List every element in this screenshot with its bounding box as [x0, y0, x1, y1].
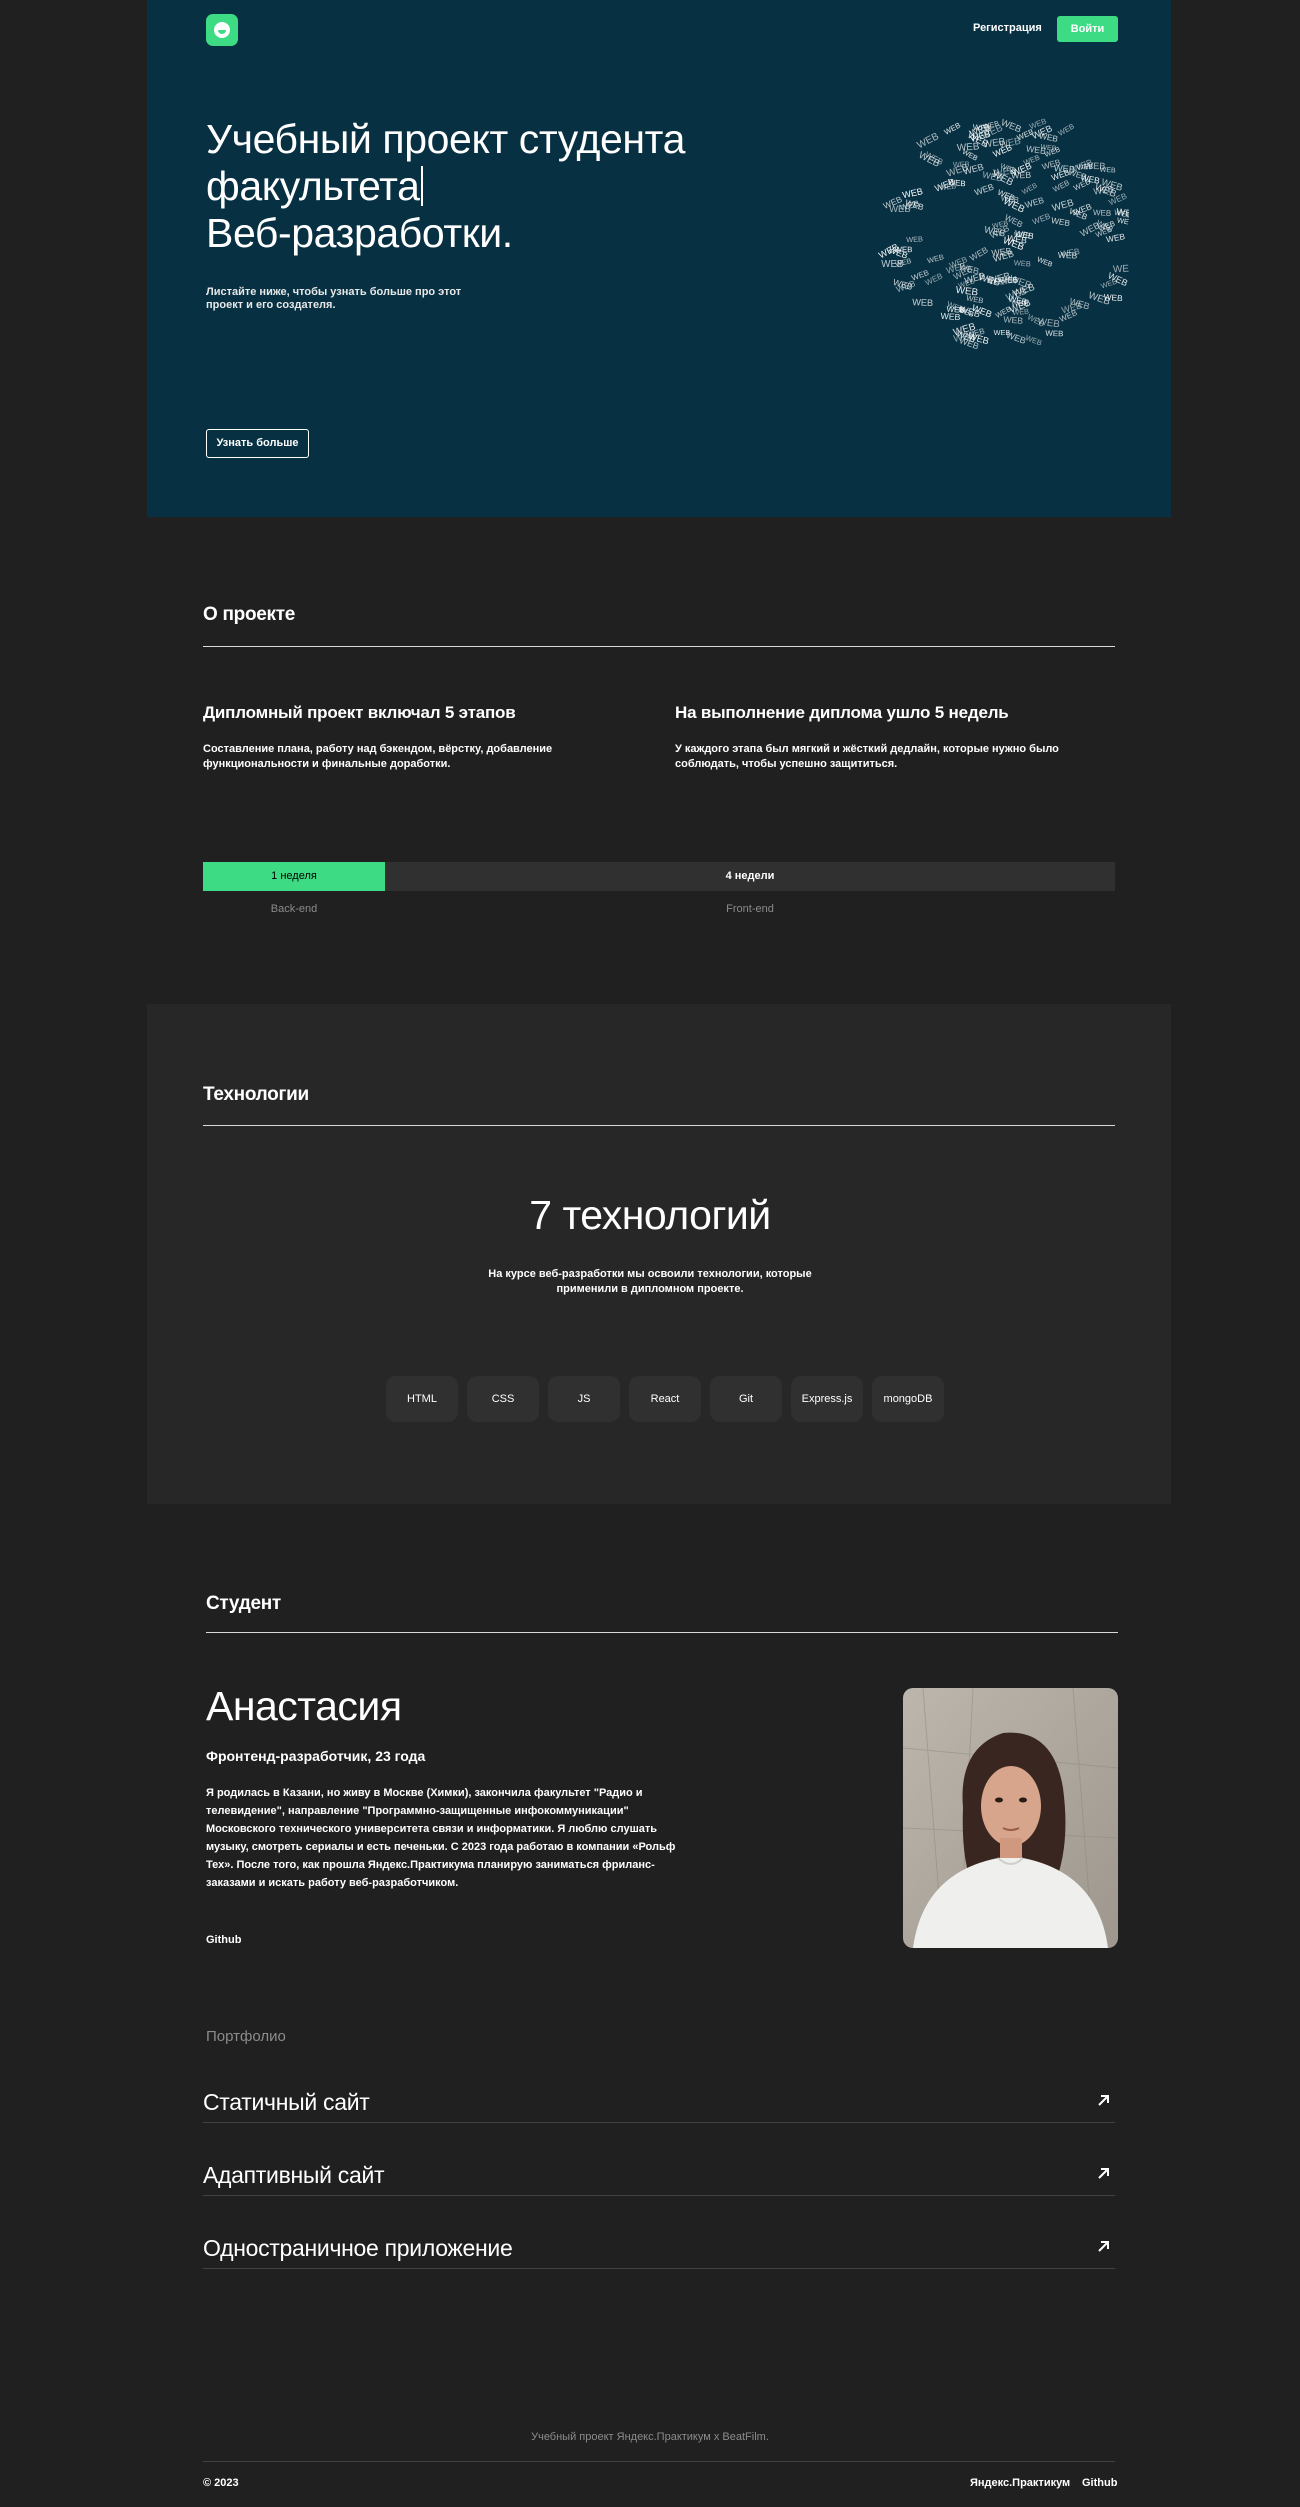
footer-copyright: © 2023	[203, 2477, 239, 2489]
techs-list: HTML CSS JS React Git Express.js mongoDB	[386, 1376, 944, 1422]
techs-divider	[203, 1125, 1115, 1126]
globe-word: WEB	[1003, 314, 1024, 326]
globe-word: WEB	[1037, 316, 1061, 330]
about-title: О проекте	[203, 604, 295, 625]
globe-word: WEB	[968, 244, 990, 263]
arrow-up-right-icon	[1098, 2168, 1109, 2179]
globe-word: WEB	[1093, 208, 1112, 218]
footer-link-practicum[interactable]: Яндекс.Практикум	[970, 2477, 1070, 2489]
globe-word: WEB	[1116, 216, 1129, 228]
tech-chip: JS	[548, 1376, 620, 1422]
globe-word: WEB	[917, 150, 942, 170]
timeline-frontend-label: Front-end	[726, 903, 774, 915]
about-col2-text: У каждого этапа был мягкий и жёсткий дед…	[675, 743, 1059, 770]
student-name: Анастасия	[206, 1683, 402, 1729]
globe-word: WEB	[999, 275, 1019, 285]
hero-section: Регистрация Войти Учебный проект студент…	[147, 0, 1171, 517]
student-role: Фронтенд-разработчик, 23 года	[206, 1748, 426, 1764]
footer-note: Учебный проект Яндекс.Практикум х BeatFi…	[531, 2431, 769, 2443]
arrow-up-right-icon	[1098, 2241, 1109, 2252]
techs-heading: 7 технологий	[529, 1192, 771, 1238]
arrow-up-right-icon	[1098, 2095, 1109, 2106]
techs-title: Технологии	[203, 1084, 309, 1105]
about-col2-heading: На выполнение диплома ушло 5 недель	[675, 703, 1009, 722]
globe-word: WEB	[906, 234, 923, 244]
globe-word: WEB	[1031, 212, 1051, 227]
globe-word: WEB	[1053, 162, 1075, 174]
portfolio-item-label: Статичный сайт	[203, 2089, 370, 2115]
portfolio-item-label: Одностраничное приложение	[203, 2235, 513, 2261]
tech-chip: React	[629, 1376, 701, 1422]
register-link[interactable]: Регистрация	[973, 22, 1042, 34]
globe-word: WEB	[912, 297, 933, 308]
student-divider	[206, 1632, 1118, 1633]
student-bio: Я родилась в Казани, но живу в Москве (Х…	[206, 1787, 676, 1889]
login-button[interactable]: Войти	[1057, 16, 1118, 42]
globe-word: WEB	[1045, 329, 1063, 339]
globe-word: WEB	[1105, 231, 1126, 244]
hero-title: Учебный проект студента факультета Веб-р…	[206, 116, 766, 257]
about-col1-heading: Дипломный проект включал 5 этапов	[203, 703, 516, 722]
globe-word: WEB	[943, 120, 963, 136]
globe-word: WEB	[926, 252, 945, 265]
learn-more-button[interactable]: Узнать больше	[206, 429, 309, 458]
timeline-bar: 1 неделя 4 недели	[203, 862, 1115, 891]
student-photo	[903, 1688, 1118, 1948]
globe-word: WEB	[1072, 177, 1092, 193]
about-col1-text: Составление плана, работу над бэкендом, …	[203, 743, 553, 770]
tech-chip: CSS	[467, 1376, 539, 1422]
portfolio-item[interactable]: Одностраничное приложение	[203, 2229, 1115, 2269]
tech-chip: HTML	[386, 1376, 458, 1422]
tech-chip: Git	[710, 1376, 782, 1422]
student-github-link[interactable]: Github	[206, 1934, 241, 1946]
globe-word: WEB	[1057, 122, 1076, 138]
tech-chip: Express.js	[791, 1376, 863, 1422]
techs-section	[147, 1004, 1171, 1504]
globe-word: WEB	[1058, 250, 1078, 261]
portfolio-item[interactable]: Статичный сайт	[203, 2083, 1115, 2123]
globe-word: WEB	[1084, 161, 1105, 171]
tech-chip: mongoDB	[872, 1376, 944, 1422]
globe-word: WEB	[994, 328, 1011, 337]
student-title: Студент	[206, 1593, 281, 1614]
globe-word: WEB	[973, 182, 995, 198]
globe-word: WEB	[1050, 215, 1071, 228]
about-divider	[203, 646, 1115, 647]
globe-word: WEB	[1021, 181, 1039, 196]
portfolio-title: Портфолио	[206, 2028, 286, 2045]
timeline-backend-label: Back-end	[270, 903, 318, 915]
globe-word: WEB	[1036, 256, 1054, 269]
timeline-backend: 1 неделя	[203, 862, 385, 891]
globe-word: WEB	[901, 186, 923, 200]
globe-word: WEB	[1024, 195, 1046, 210]
web-globe-icon: WEBWEBWEBWEBWEBWEBWEBWEBWEBWEBWEBWEBWEBW…	[877, 116, 1129, 351]
globe-word: WEB	[1024, 333, 1043, 347]
hero-title-line2: факультета	[206, 163, 420, 209]
footer-divider	[203, 2461, 1115, 2462]
hero-title-line3: Веб-разработки.	[206, 210, 513, 256]
globe-word: WEB	[1013, 258, 1031, 268]
portfolio-item-label: Адаптивный сайт	[203, 2162, 385, 2188]
hero-subtitle: Листайте ниже, чтобы узнать больше про э…	[206, 286, 462, 311]
timeline-frontend: 4 недели	[725, 870, 775, 882]
text-caret	[420, 166, 423, 206]
logo-icon[interactable]	[206, 14, 238, 46]
hero-title-line1: Учебный проект студента	[206, 116, 685, 162]
portfolio-item[interactable]: Адаптивный сайт	[203, 2156, 1115, 2196]
techs-description: На курсе веб-разработки мы освоили техно…	[488, 1268, 812, 1295]
globe-word: WEB	[945, 162, 970, 180]
footer-link-github[interactable]: Github	[1082, 2477, 1117, 2489]
